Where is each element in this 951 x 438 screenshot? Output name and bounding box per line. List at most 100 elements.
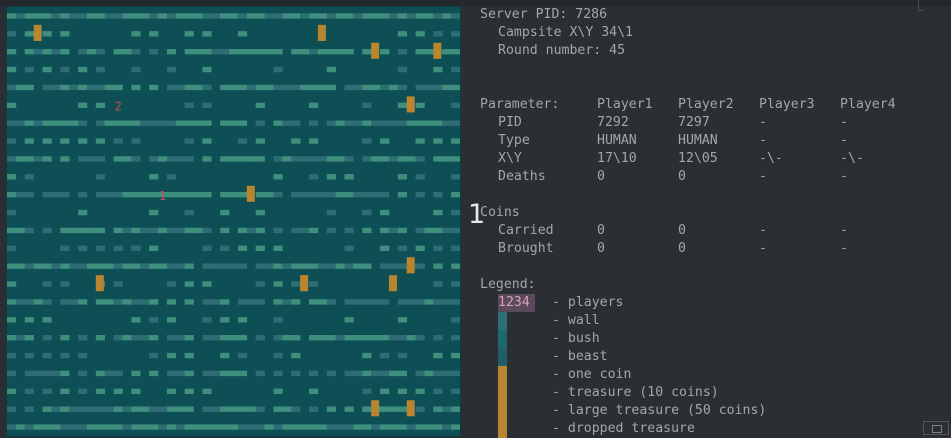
maze-wall (362, 424, 372, 430)
maze-wall (229, 156, 239, 162)
maze-wall (362, 209, 372, 216)
maze-wall (397, 227, 408, 234)
maze-wall (158, 406, 168, 412)
maze-wall (184, 209, 194, 216)
maze-wall (229, 424, 239, 430)
maze-wall (78, 424, 88, 430)
maze-wall (246, 299, 257, 305)
maze-wall (308, 424, 319, 430)
maze-wall (184, 138, 194, 144)
maze-wall (397, 192, 408, 198)
maze-wall (24, 299, 34, 305)
maze-wall (246, 84, 257, 91)
maze-wall (7, 84, 17, 91)
maze-wall (24, 352, 34, 359)
maze-wall (220, 49, 230, 55)
maze-wall (380, 352, 390, 359)
maze-wall (7, 174, 17, 180)
maze-wall (33, 13, 43, 19)
maze-wall (7, 156, 17, 162)
maze-wall (42, 406, 52, 412)
maze-wall (60, 84, 70, 91)
maze-wall (211, 424, 221, 430)
maze-wall (237, 352, 248, 359)
maze-wall (264, 49, 274, 55)
maze-wall (60, 13, 70, 19)
maze-wall (397, 156, 408, 162)
maze-wall (220, 120, 230, 126)
maze-wall (229, 406, 239, 412)
maze-wall (255, 102, 265, 108)
maze-wall (220, 335, 230, 341)
maze-wall (380, 84, 390, 91)
param-header-player3: Player3 (759, 97, 815, 112)
maze-wall (193, 192, 203, 198)
maze-wall (51, 263, 61, 269)
maze-wall (202, 120, 212, 126)
campsite-coords: Campsite X\Y 34\1 (498, 25, 633, 40)
maze-wall (300, 156, 310, 162)
coins-cell: - (840, 241, 848, 256)
maze-wall (131, 66, 141, 73)
maze-wall (122, 406, 132, 412)
maze-wall (246, 49, 257, 55)
maze-wall (166, 174, 177, 180)
maze-wall (326, 299, 336, 305)
maze-wall (388, 424, 399, 430)
maze-wall (131, 370, 141, 377)
maze-wall (317, 84, 328, 91)
maze-wall (273, 370, 283, 377)
maze-wall (344, 192, 354, 198)
maze-wall (397, 102, 408, 108)
maze-wall (380, 138, 390, 144)
maze-wall (282, 406, 292, 412)
maze-wall (397, 49, 408, 55)
maze-wall (60, 120, 70, 126)
maze-wall (380, 424, 390, 430)
maze-wall (300, 192, 310, 198)
maze-wall (451, 174, 460, 180)
maze-wall (255, 49, 265, 55)
maze-wall (122, 156, 132, 162)
maze-wall (344, 299, 354, 305)
treasure-marker (388, 275, 397, 292)
maze-wall (24, 388, 34, 394)
maze-wall (51, 424, 61, 430)
maze-wall (308, 102, 319, 108)
maze-wall (344, 424, 354, 430)
maze-wall (335, 120, 345, 126)
maze-wall (362, 370, 372, 377)
maze-wall (397, 406, 408, 412)
maze-wall (308, 263, 319, 269)
maze-wall (33, 370, 43, 377)
maze-wall (95, 388, 106, 394)
maze-wall (371, 424, 381, 430)
maze-wall (326, 49, 336, 55)
maze-wall (220, 156, 230, 162)
maze-wall (371, 299, 381, 305)
maze-wall (291, 299, 301, 305)
maze-wall (397, 66, 408, 73)
maze-wall (42, 424, 52, 430)
param-cell: HUMAN (678, 133, 718, 148)
maze-wall (362, 156, 372, 162)
maze-wall (211, 335, 221, 341)
maze-wall (291, 424, 301, 430)
maze-wall (24, 335, 34, 341)
maze-wall (104, 424, 114, 430)
maze-wall (122, 263, 132, 269)
maze-wall (362, 120, 372, 126)
maze-wall (202, 299, 212, 305)
maze-wall (86, 263, 97, 269)
maze-wall (291, 13, 301, 19)
maze-wall (113, 370, 123, 377)
maze-wall (451, 156, 460, 162)
maze-wall (7, 209, 17, 216)
scroll-to-bottom-button[interactable] (923, 421, 949, 435)
maze-wall (131, 192, 141, 198)
maze-wall (246, 227, 257, 234)
maze-wall (308, 227, 319, 234)
legend-item: - bush (552, 331, 600, 346)
maze-wall (326, 66, 336, 73)
maze-wall (69, 120, 79, 126)
